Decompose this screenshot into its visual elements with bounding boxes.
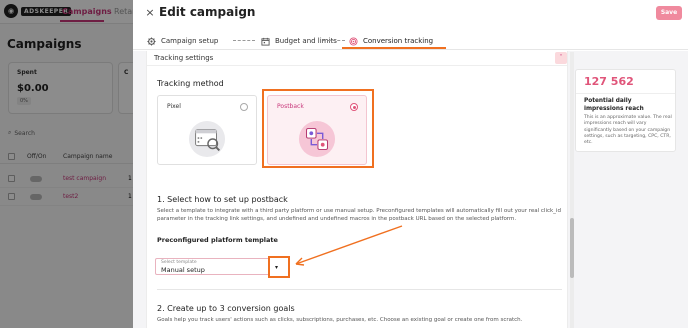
step1-description: Select a template to integrate with a th… bbox=[157, 208, 561, 222]
close-button[interactable]: × bbox=[144, 6, 156, 20]
modal-header: × Edit campaign Save bbox=[133, 0, 688, 28]
select-value: Manual setup bbox=[161, 266, 205, 274]
scrollbar[interactable] bbox=[570, 52, 574, 328]
modal-title: Edit campaign bbox=[159, 5, 256, 19]
edit-campaign-modal: × Edit campaign Save Campaign setup Budg… bbox=[133, 0, 688, 328]
step1-title: 1. Select how to set up postback bbox=[157, 195, 288, 204]
target-icon bbox=[349, 36, 358, 46]
annotation-highlight-box bbox=[262, 89, 374, 168]
template-select[interactable]: Select template Manual setup bbox=[155, 258, 270, 275]
section-title: Tracking settings bbox=[154, 54, 214, 62]
impressions-title: Potential daily impressions reach bbox=[584, 98, 644, 112]
select-floating-label: Select template bbox=[161, 260, 197, 265]
tab-bar: Campaign setup Budget and limits Convers… bbox=[133, 30, 688, 50]
step2-title: 2. Create up to 3 conversion goals bbox=[157, 304, 295, 313]
dropdown-toggle[interactable]: ▾ bbox=[268, 256, 290, 278]
pixel-illustration-icon bbox=[188, 120, 226, 158]
tab-separator bbox=[233, 40, 255, 41]
scroll-thumb[interactable] bbox=[570, 218, 574, 278]
tab-label: Budget and limits bbox=[275, 37, 337, 45]
method-label: Pixel bbox=[167, 103, 181, 110]
tab-separator bbox=[323, 40, 345, 41]
impressions-reach-card: 127 562 Potential daily impressions reac… bbox=[575, 69, 676, 152]
tracking-method-title: Tracking method bbox=[157, 79, 224, 88]
tab-campaign-setup[interactable]: Campaign setup bbox=[147, 35, 218, 47]
gear-icon bbox=[147, 36, 156, 46]
radio-pixel[interactable] bbox=[240, 103, 248, 111]
save-button[interactable]: Save bbox=[656, 6, 682, 20]
impressions-value: 127 562 bbox=[584, 75, 634, 88]
calendar-icon bbox=[261, 37, 270, 46]
step2-description: Goals help you track users' actions such… bbox=[157, 317, 523, 323]
divider bbox=[576, 93, 675, 94]
section-header: Tracking settings ˄ bbox=[147, 51, 567, 66]
impressions-description: This is an approximate value. The real i… bbox=[584, 115, 672, 146]
divider bbox=[157, 289, 562, 290]
template-label: Preconfigured platform template bbox=[157, 236, 278, 244]
tab-label: Conversion tracking bbox=[363, 37, 434, 45]
active-tab-underline bbox=[342, 47, 446, 49]
chevron-down-icon: ▾ bbox=[275, 264, 279, 271]
collapse-button[interactable]: ˄ bbox=[555, 52, 567, 64]
tab-budget-limits[interactable]: Budget and limits bbox=[261, 35, 337, 47]
method-option-pixel[interactable]: Pixel bbox=[157, 95, 257, 165]
tab-conversion-tracking[interactable]: Conversion tracking bbox=[349, 35, 433, 47]
tab-label: Campaign setup bbox=[161, 37, 219, 45]
